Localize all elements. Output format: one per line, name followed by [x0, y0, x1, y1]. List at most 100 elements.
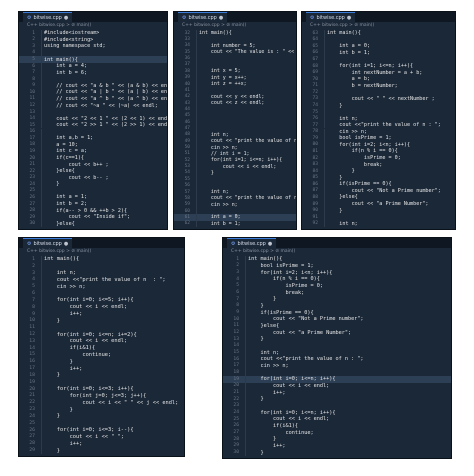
code-line[interactable]: 21 for(int j=0; j<=3; j++){	[19, 392, 184, 400]
code-line[interactable]: 23 cout << b-- ;	[19, 174, 167, 181]
code-line[interactable]: 6	[19, 290, 184, 297]
editor-tab[interactable]: ⚙ bitwise.cpp ●	[227, 238, 277, 248]
code-line[interactable]: 29 i++;	[223, 442, 451, 450]
code-line[interactable]: 11 }else{	[223, 322, 451, 330]
breadcrumb[interactable]: C++ bitwise.cpp > ⊘ main()	[174, 22, 296, 29]
code-line[interactable]: 12 cout << "a Prime Number";	[223, 329, 451, 336]
code-line[interactable]: 13 cout << i << endl;	[19, 337, 184, 345]
code-line[interactable]: 1 int main(){	[223, 256, 451, 263]
code-line[interactable]: 20 for(int i=0; i<=3; i++){	[19, 385, 184, 393]
code-area[interactable]: 1 int main(){2 bool isPrime = 1; 3 for(int…	[223, 256, 451, 458]
code-text: bool isPrime = 1;	[248, 262, 314, 269]
code-line[interactable]: 24 }	[19, 413, 184, 420]
code-line[interactable]: 16 }	[19, 358, 184, 366]
editor-tab[interactable]: ⚙ bitwise.cpp ●	[178, 12, 228, 22]
code-line[interactable]: 12 for(int i=0; i<=n; i+=2){	[19, 331, 184, 338]
code-line[interactable]: 27 cout << i << " ";	[19, 433, 184, 441]
code-line[interactable]: 26 for(int i=0; i<=3; i--){	[19, 426, 184, 434]
code-line[interactable]: 27 continue;	[223, 429, 451, 436]
code-line[interactable]: 85 }	[302, 174, 455, 181]
code-line[interactable]: 17 i++;	[19, 365, 184, 372]
code-line[interactable]: 9 i++;	[19, 310, 184, 318]
code-line[interactable]: 2	[19, 262, 184, 270]
code-line[interactable]: 20 cout << i << endl;	[223, 382, 451, 390]
line-number: 28	[29, 441, 35, 447]
code-line[interactable]: 3 for(int i=2; i<n; i++){	[223, 269, 451, 276]
editor-tab[interactable]: ⚙ bitwise.cpp ●	[23, 12, 73, 22]
code-line[interactable]: 81 if(n % i == 0){	[302, 148, 455, 155]
code-area[interactable]: 1 int main(){2 3 int n; 4 cout <<"print the…	[19, 256, 184, 456]
code-line[interactable]: 4 cout <<"print the value of n : ";	[19, 276, 184, 284]
code-line[interactable]: 77 cout <<"print the value of n : ";	[302, 121, 455, 129]
code-line[interactable]: 1 int main(){	[19, 256, 184, 263]
line-number: 11	[29, 96, 35, 102]
code-line[interactable]: 14 if(i&1){	[19, 344, 184, 352]
code-line[interactable]: 25 cout << i << endl;	[223, 416, 451, 423]
code-line[interactable]: 74 }	[302, 102, 455, 109]
code-line[interactable]: 15 cout << "2 >> 1 " << (2 >> 1) << endl…	[19, 121, 167, 129]
code-line[interactable]: 22 }	[223, 396, 451, 403]
code-line[interactable]: 92 int n;	[302, 220, 455, 227]
code-line[interactable]: 4 if(n % i == 0){	[223, 276, 451, 283]
code-line[interactable]: 10 cout << "Not a Prime number";	[223, 316, 451, 323]
code-line[interactable]: 14	[223, 342, 451, 350]
code-line[interactable]: 30 }	[223, 449, 451, 456]
editor-tab[interactable]: ⚙ bitwise.cpp ●	[23, 238, 73, 248]
code-line[interactable]: 28 }	[223, 436, 451, 443]
code-line[interactable]: 3 int n;	[19, 269, 184, 277]
code-line[interactable]: 6 break;	[223, 289, 451, 296]
editor-tab[interactable]: ⚙ bitwise.cpp ●	[306, 12, 356, 22]
code-line[interactable]: 10 }	[19, 317, 184, 325]
code-line[interactable]: 66 int b = 1;	[302, 49, 455, 57]
code-text: int b = 2;	[44, 201, 88, 207]
code-text: int n;	[199, 131, 229, 138]
code-line[interactable]: 19 for(int i=0; i<=n; i++){	[223, 376, 451, 383]
code-area[interactable]: 1 #include<iostream> 2 #include<string> 3 usi…	[19, 30, 167, 229]
code-line[interactable]: 15 continue;	[19, 351, 184, 359]
code-line[interactable]: 12 // cout << "~a " << (~a) << endl;	[19, 102, 167, 109]
code-line[interactable]: 24 for(int i=0; i<=n; i++){	[223, 409, 451, 416]
breadcrumb[interactable]: C++ bitwise.cpp > ⊘ main()	[19, 248, 184, 255]
code-line[interactable]: 16 cout <<"print the value of n : ";	[223, 356, 451, 363]
code-area[interactable]: 32 int main(){33 34 int number = 5; 35 cout…	[174, 30, 296, 229]
code-line[interactable]: 15 int n;	[223, 349, 451, 356]
code-line[interactable]: 7 }	[223, 296, 451, 303]
code-line[interactable]: 5 cin >> n;	[19, 283, 184, 290]
code-line[interactable]: 30 }else{	[19, 220, 167, 227]
code-line[interactable]: 21 i++;	[223, 389, 451, 396]
code-line[interactable]: 26 if(i&1){	[223, 422, 451, 430]
code-line[interactable]: 8 }	[223, 302, 451, 310]
code-line[interactable]: 2 bool isPrime = 1;	[223, 262, 451, 270]
code-text: int c = a;	[44, 148, 88, 155]
code-line[interactable]: 9 if(isPrime == 0){	[223, 309, 451, 316]
code-line[interactable]: 4	[19, 49, 167, 57]
breadcrumb[interactable]: C++ bitwise.cpp > ⊘ main()	[19, 22, 167, 29]
code-text: }else{	[248, 322, 280, 329]
code-line[interactable]: 18	[223, 369, 451, 376]
code-line[interactable]: 11	[19, 324, 184, 331]
code-line[interactable]: 18 }	[19, 372, 184, 379]
code-line[interactable]: 89 cout << "a Prime Number";	[302, 200, 455, 208]
breadcrumb[interactable]: C++ bitwise.cpp > ⊘ main()	[302, 22, 455, 29]
code-text: }	[327, 168, 355, 175]
code-line[interactable]: 25	[19, 419, 184, 427]
code-line[interactable]: 13 }	[223, 336, 451, 343]
code-line[interactable]: 8 cout << i << endl;	[19, 303, 184, 311]
line-number: 22	[29, 400, 35, 406]
code-line[interactable]: 28 i++;	[19, 440, 184, 447]
code-line[interactable]: 19 int c = a;	[19, 148, 167, 155]
code-line[interactable]: 22 cout << i << " " << j << endl;	[19, 399, 184, 407]
code-line[interactable]: 17 cin >> n;	[223, 362, 451, 370]
code-line[interactable]: 23	[223, 402, 451, 410]
code-area[interactable]: 63 int main(){64 65 int a = 0; 66 int b = 1…	[302, 30, 455, 229]
code-line[interactable]: 62 int b = 1;	[174, 220, 296, 228]
code-line[interactable]: 27 int b = 2;	[19, 200, 167, 208]
breadcrumb[interactable]: C++ bitwise.cpp > ⊘ main()	[223, 248, 451, 255]
code-line[interactable]: 23 }	[19, 406, 184, 413]
code-line[interactable]: 8	[19, 75, 167, 83]
code-line[interactable]: 5 isPrime = 0;	[223, 282, 451, 290]
code-line[interactable]: 70 a = b;	[302, 75, 455, 83]
code-line[interactable]: 29 }	[19, 447, 184, 454]
code-line[interactable]: 7 for(int i=0; i<=5; i++){	[19, 296, 184, 304]
code-line[interactable]: 19	[19, 378, 184, 386]
